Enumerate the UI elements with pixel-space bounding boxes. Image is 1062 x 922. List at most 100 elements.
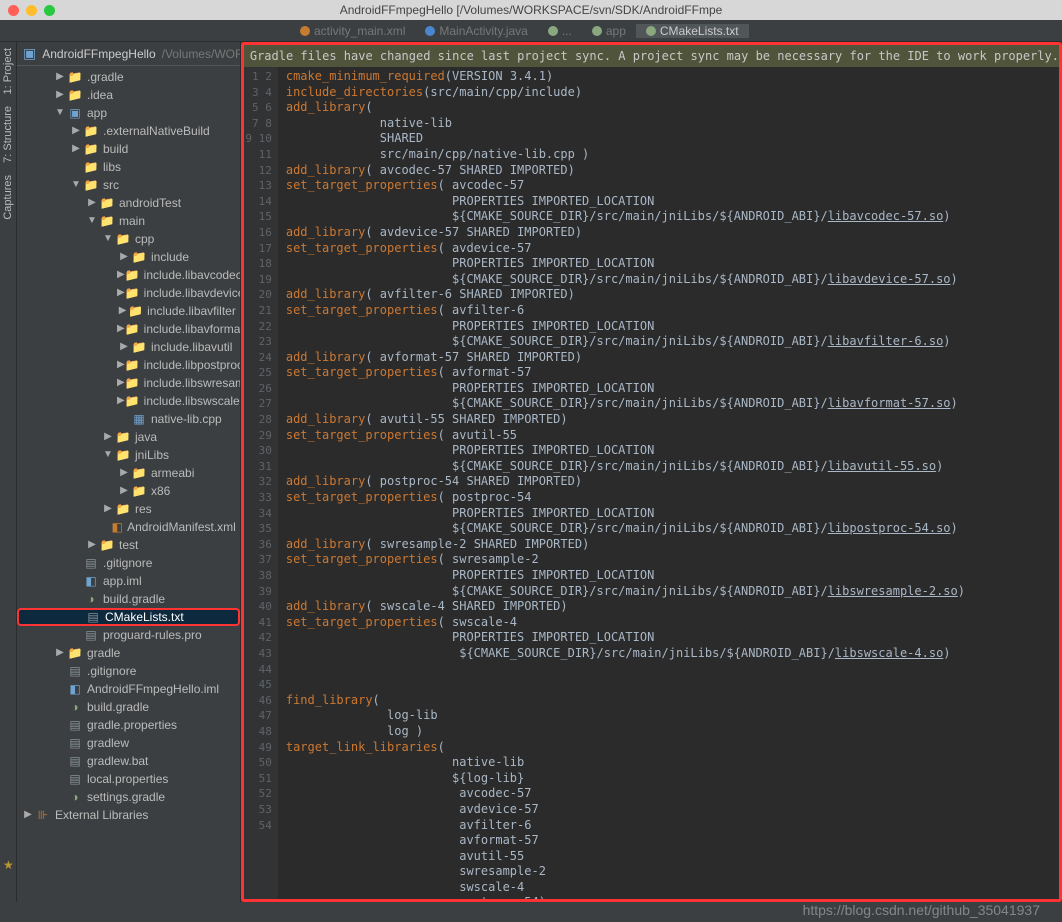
tree-item[interactable]: ▶📁.gradle [17,68,240,86]
structure-tab[interactable]: 7: Structure [0,100,16,169]
node-label: gradle.properties [87,716,177,734]
tree-item[interactable]: ▤gradlew [17,734,240,752]
node-icon: ▤ [83,554,99,572]
editor-tab[interactable]: ... [538,24,582,38]
node-label: gradle [87,644,120,662]
node-label: include.libavutil [151,338,232,356]
tree-item[interactable]: ▤gradle.properties [17,716,240,734]
expand-arrow-icon[interactable]: ▶ [117,392,125,410]
tree-item[interactable]: ▼📁cpp [17,230,240,248]
expand-arrow-icon[interactable]: ▶ [85,194,99,212]
tree-item[interactable]: ◧AndroidFFmpegHello.iml [17,680,240,698]
expand-arrow-icon[interactable]: ▼ [85,212,99,230]
tree-item[interactable]: ▼▣app [17,104,240,122]
code-body[interactable]: cmake_minimum_required(VERSION 3.4.1) in… [278,67,1059,899]
node-label: jniLibs [135,446,169,464]
window-close-icon[interactable] [8,5,19,16]
tree-item[interactable]: ▤CMakeLists.txt [17,608,240,626]
project-tree[interactable]: ▶📁.gradle▶📁.idea▼▣app▶📁.externalNativeBu… [17,66,240,824]
node-label: include [151,248,189,266]
expand-arrow-icon[interactable]: ▶ [117,464,131,482]
editor-tab[interactable]: MainActivity.java [415,24,537,38]
node-label: include.libswscale [144,392,240,410]
editor-tab[interactable]: CMakeLists.txt [636,24,749,38]
tree-item[interactable]: ▶📁build [17,140,240,158]
expand-arrow-icon[interactable]: ▶ [117,338,131,356]
tree-item[interactable]: ▤proguard-rules.pro [17,626,240,644]
node-icon: 📁 [67,86,83,104]
window-maximize-icon[interactable] [44,5,55,16]
tree-item[interactable]: ◑build.gradle [17,698,240,716]
tree-item[interactable]: ▶⊪External Libraries [17,806,240,824]
tree-item[interactable]: ▤gradlew.bat [17,752,240,770]
expand-arrow-icon[interactable]: ▶ [85,536,99,554]
expand-arrow-icon[interactable]: ▶ [53,644,67,662]
window-minimize-icon[interactable] [26,5,37,16]
tree-item[interactable]: 📁libs [17,158,240,176]
node-label: build.gradle [103,590,165,608]
expand-arrow-icon[interactable]: ▶ [117,284,125,302]
node-icon: 📁 [125,284,140,302]
tree-item[interactable]: ◧app.iml [17,572,240,590]
expand-arrow-icon[interactable]: ▶ [53,86,67,104]
editor-tab[interactable]: app [582,24,636,38]
tree-item[interactable]: ▶📁include.libavcodec [17,266,240,284]
node-icon: ▤ [83,626,99,644]
tree-item[interactable]: ▦native-lib.cpp [17,410,240,428]
tree-item[interactable]: ▶📁armeabi [17,464,240,482]
expand-arrow-icon[interactable]: ▼ [101,446,115,464]
expand-arrow-icon[interactable]: ▶ [101,500,115,518]
gradle-sync-banner[interactable]: Gradle files have changed since last pro… [244,45,1059,67]
node-icon: 📁 [131,482,147,500]
tree-item[interactable]: ▼📁jniLibs [17,446,240,464]
tree-item[interactable]: ▶📁include.libswresample [17,374,240,392]
tree-item[interactable]: ◑build.gradle [17,590,240,608]
tree-item[interactable]: ▶📁include.libavutil [17,338,240,356]
expand-arrow-icon[interactable]: ▶ [117,302,128,320]
project-root[interactable]: ▣ AndroidFFmpegHello /Volumes/WOR [17,42,240,66]
expand-arrow-icon[interactable]: ▶ [69,140,83,158]
tree-item[interactable]: ▶📁include.libavdevice [17,284,240,302]
tree-item[interactable]: ▼📁main [17,212,240,230]
favorites-icon[interactable]: ★ [3,858,14,872]
expand-arrow-icon[interactable]: ▶ [53,68,67,86]
tree-item[interactable]: ▶📁include.libavformat [17,320,240,338]
expand-arrow-icon[interactable]: ▶ [117,248,131,266]
editor[interactable]: Gradle files have changed since last pro… [241,42,1062,902]
tree-item[interactable]: ▶📁androidTest [17,194,240,212]
tree-item[interactable]: ▶📁.externalNativeBuild [17,122,240,140]
tree-item[interactable]: ▶📁res [17,500,240,518]
tree-item[interactable]: ◧AndroidManifest.xml [17,518,240,536]
expand-arrow-icon[interactable]: ▶ [117,482,131,500]
tree-item[interactable]: ▶📁test [17,536,240,554]
expand-arrow-icon[interactable]: ▼ [69,176,83,194]
captures-tab[interactable]: Captures [0,169,16,226]
expand-arrow-icon[interactable]: ▶ [101,428,115,446]
expand-arrow-icon[interactable]: ▶ [21,806,35,824]
tree-item[interactable]: ▤local.properties [17,770,240,788]
tree-item[interactable]: ▤.gitignore [17,554,240,572]
expand-arrow-icon[interactable]: ▶ [117,320,125,338]
expand-arrow-icon[interactable]: ▼ [101,230,115,248]
tree-item[interactable]: ▼📁src [17,176,240,194]
tree-item[interactable]: ▶📁include.libpostproc [17,356,240,374]
expand-arrow-icon[interactable]: ▼ [53,104,67,122]
node-icon: ◧ [83,572,99,590]
node-icon: 📁 [99,194,115,212]
expand-arrow-icon[interactable]: ▶ [117,374,125,392]
tree-item[interactable]: ▶📁.idea [17,86,240,104]
tree-item[interactable]: ▶📁include [17,248,240,266]
tree-item[interactable]: ▶📁x86 [17,482,240,500]
tree-item[interactable]: ◑settings.gradle [17,788,240,806]
tree-item[interactable]: ▤.gitignore [17,662,240,680]
node-icon: 📁 [83,140,99,158]
expand-arrow-icon[interactable]: ▶ [117,356,125,374]
expand-arrow-icon[interactable]: ▶ [69,122,83,140]
tree-item[interactable]: ▶📁include.libswscale [17,392,240,410]
expand-arrow-icon[interactable]: ▶ [117,266,125,284]
tree-item[interactable]: ▶📁java [17,428,240,446]
tree-item[interactable]: ▶📁gradle [17,644,240,662]
tree-item[interactable]: ▶📁include.libavfilter [17,302,240,320]
project-tab[interactable]: 1: Project [0,42,16,100]
editor-tab[interactable]: activity_main.xml [290,24,415,38]
